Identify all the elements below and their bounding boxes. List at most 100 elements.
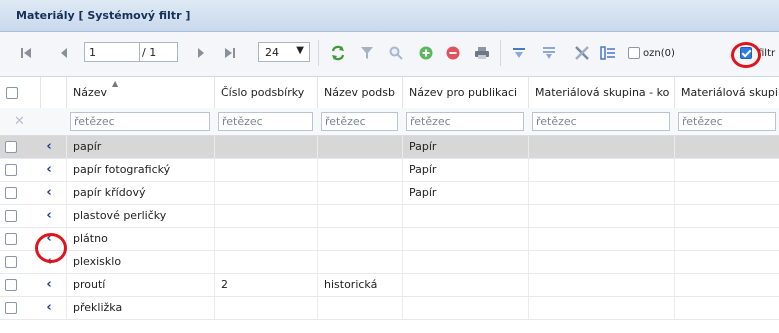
cell-nazev_podsb [317,297,402,319]
columns-layout-icon[interactable] [597,41,619,65]
prev-page-icon[interactable] [56,41,72,65]
row-back-arrow-icon[interactable]: ‹ [42,159,56,181]
cell-mat [674,228,779,250]
table-row[interactable]: ‹ překližka [0,297,779,320]
first-page-icon[interactable] [18,41,34,65]
col-header-cislo-label: Číslo podsbírky [221,86,305,99]
table-row[interactable]: ‹ plátno [0,228,779,251]
filtr-label: filtr [758,47,776,59]
cell-mat [674,297,779,319]
row-back-arrow-icon[interactable]: ‹ [42,274,56,296]
cell-publikace [402,251,528,273]
row-back-arrow-icon[interactable]: ‹ [42,182,56,204]
last-page-icon[interactable] [222,41,238,65]
cell-cislo [214,251,317,273]
clear-filter-icon[interactable]: ✕ [14,114,25,129]
row-back-arrow-icon[interactable]: ‹ [42,228,56,250]
cell-mat_ko [528,182,674,204]
cell-mat [674,136,779,158]
row-checkbox[interactable] [5,141,17,153]
filtr-label-wrap: filtr [758,41,778,65]
cell-mat_ko [528,228,674,250]
cell-cislo [214,136,317,158]
print-icon[interactable] [472,41,492,65]
cell-nazev_podsb [317,228,402,250]
table-row[interactable]: ‹ papír křídový Papír [0,182,779,205]
filter-nazev-input[interactable]: řetězec [70,112,210,131]
refresh-icon[interactable] [328,41,348,65]
page-total-box: / 1 [140,42,178,62]
filter-icon[interactable] [357,41,377,65]
page-number-input[interactable]: 1 [84,42,140,62]
filter-publikace-input[interactable]: řetězec [406,112,524,131]
filtr-checkbox[interactable] [738,41,754,65]
col-header-cislo[interactable]: Číslo podsbírky [214,77,317,108]
cell-mat [674,274,779,296]
tools-icon[interactable] [571,41,593,65]
cell-publikace [402,297,528,319]
row-back-arrow-icon[interactable]: ‹ [42,251,56,273]
filter-cislo-input[interactable]: řetězec [218,112,313,131]
col-header-nazev-podsb[interactable]: Název podsb [317,77,402,108]
filter-mat-skupina-ko-input[interactable]: řetězec [532,112,670,131]
row-checkbox[interactable] [5,233,17,245]
col-header-mat-skupina-ko[interactable]: Materiálová skupina - ko [528,77,674,108]
col-header-mat-skupina[interactable]: Materiálová skupi [674,77,779,108]
ozn-checkbox[interactable] [626,41,642,65]
filter-nazev-podsb-input[interactable]: řetězec [321,112,398,131]
header-action-col [40,77,66,108]
page-size-select[interactable]: 24 ▼ [258,42,310,62]
table-row[interactable]: ‹ proutí 2 historická [0,274,779,297]
cell-mat_ko [528,159,674,181]
cell-mat_ko [528,297,674,319]
cell-publikace [402,274,528,296]
cell-nazev: papír fotografický [66,159,214,181]
cell-mat [674,251,779,273]
row-checkbox[interactable] [5,279,17,291]
cell-publikace: Papír [402,182,528,204]
row-checkbox[interactable] [5,302,17,314]
col-header-mat-skupina-label: Materiálová skupi [681,86,778,99]
col-header-nazev-label: Název [73,86,108,99]
table-row[interactable]: ‹ papír fotografický Papír [0,159,779,182]
remove-icon[interactable] [443,41,463,65]
row-back-arrow-icon[interactable]: ‹ [42,205,56,227]
add-icon[interactable] [416,41,436,65]
cell-publikace [402,228,528,250]
chevron-down-icon: ▼ [296,45,304,56]
row-back-arrow-icon[interactable]: ‹ [42,297,56,319]
table-row[interactable]: ‹ papír Papír [0,136,779,159]
filtr-checkbox-box[interactable] [740,47,752,59]
advanced-filter-icon[interactable] [539,41,559,65]
toolbar-divider [318,40,319,66]
search-icon[interactable] [386,41,406,65]
ozn-checkbox-box[interactable] [628,47,640,59]
cell-mat_ko [528,205,674,227]
row-checkbox[interactable] [5,256,17,268]
cell-mat_ko [528,251,674,273]
table-row[interactable]: ‹ plastové perličky [0,205,779,228]
row-checkbox[interactable] [5,210,17,222]
next-page-icon[interactable] [193,41,209,65]
row-back-arrow-icon[interactable]: ‹ [42,136,56,158]
cell-cislo [214,297,317,319]
cell-nazev_podsb: historická [317,274,402,296]
sort-filter-icon[interactable] [509,41,529,65]
col-header-publikace[interactable]: Název pro publikaci [402,77,528,108]
select-all-checkbox[interactable] [6,87,18,99]
col-header-publikace-label: Název pro publikaci [409,86,518,99]
cell-nazev: proutí [66,274,214,296]
row-checkbox[interactable] [5,164,17,176]
cell-mat_ko [528,136,674,158]
toolbar-divider [500,40,501,66]
row-checkbox[interactable] [5,187,17,199]
filter-mat-skupina-input[interactable]: řetězec [678,112,776,131]
page-number-value: 1 [89,45,96,59]
col-header-nazev[interactable]: Název ▲ [66,77,214,108]
filter-row: ✕ řetězec řetězec řetězec řetězec řetěze… [0,108,779,136]
grid-header: Název ▲ Číslo podsbírky Název podsb Náze… [0,77,779,109]
header-select-all[interactable] [0,77,40,108]
cell-nazev: papír [66,136,214,158]
cell-publikace: Papír [402,159,528,181]
table-row[interactable]: ‹ plexisklo [0,251,779,274]
